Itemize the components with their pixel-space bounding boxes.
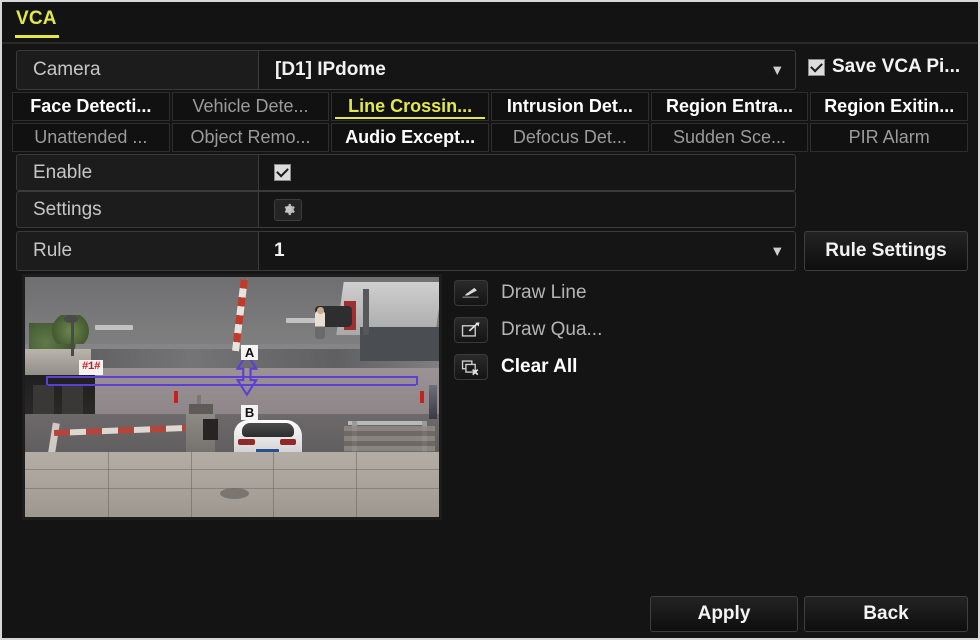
- save-vca-picture-checkbox[interactable]: Save VCA Pi...: [808, 56, 960, 78]
- title-divider: [2, 42, 978, 44]
- back-button[interactable]: Back: [804, 596, 968, 632]
- camera-select[interactable]: [D1] IPdome ▾: [259, 50, 796, 90]
- camera-select-value: [D1] IPdome: [275, 59, 386, 80]
- chevron-down-icon: ▾: [773, 242, 781, 260]
- settings-label: Settings: [16, 191, 259, 228]
- checkbox-box: [808, 58, 825, 76]
- rule-marker-left: [174, 391, 179, 403]
- tab-region-entrance[interactable]: Region Entra...: [650, 92, 809, 121]
- tab-audio-exception[interactable]: Audio Except...: [331, 123, 490, 152]
- direction-label-b: B: [241, 405, 259, 421]
- settings-value-cell: [259, 191, 796, 228]
- tab-row-2: Unattended ... Object Remo... Audio Exce…: [12, 123, 969, 152]
- draw-quad-icon: [454, 317, 488, 343]
- title-bar: VCA: [2, 2, 978, 42]
- draw-line-label: Draw Line: [501, 282, 587, 303]
- enable-value-cell: [259, 154, 796, 191]
- apply-button[interactable]: Apply: [650, 596, 798, 632]
- tab-unattended-baggage[interactable]: Unattended ...: [12, 123, 170, 152]
- enable-row: Enable: [16, 154, 796, 191]
- tab-face-detection[interactable]: Face Detecti...: [12, 92, 170, 121]
- vca-window: VCA Camera [D1] IPdome ▾ Save VCA Pi... …: [0, 0, 980, 640]
- rule-select-value: 1: [274, 240, 285, 261]
- video-preview[interactable]: #1# A B: [22, 274, 442, 520]
- clear-all-label: Clear All: [501, 356, 578, 377]
- rule-number-tag: #1#: [78, 359, 104, 375]
- crossing-line-cap-left: [45, 375, 48, 385]
- tab-vehicle-detection[interactable]: Vehicle Dete...: [171, 92, 330, 121]
- enable-checkbox[interactable]: [274, 164, 291, 181]
- draw-quadrilateral-label: Draw Qua...: [501, 319, 603, 340]
- clear-all-icon: [454, 354, 488, 380]
- draw-tools: Draw Line Draw Qua... Clear All: [454, 278, 602, 389]
- page-title: VCA: [16, 8, 57, 29]
- rule-label: Rule: [16, 231, 259, 271]
- rule-marker-right: [420, 391, 425, 403]
- enable-label: Enable: [16, 154, 259, 191]
- tab-pir-alarm[interactable]: PIR Alarm: [810, 123, 969, 152]
- tab-line-crossing[interactable]: Line Crossin...: [331, 92, 490, 121]
- draw-line-tool[interactable]: Draw Line: [454, 278, 602, 308]
- draw-quadrilateral-tool[interactable]: Draw Qua...: [454, 315, 602, 345]
- settings-row: Settings: [16, 191, 796, 228]
- tab-intrusion-detection[interactable]: Intrusion Det...: [491, 92, 649, 121]
- crossing-line-cap-right: [416, 375, 419, 385]
- rule-settings-button[interactable]: Rule Settings: [804, 231, 968, 271]
- detection-type-tabs: Face Detecti... Vehicle Dete... Line Cro…: [12, 92, 969, 152]
- vca-rule-overlay: #1# A B: [25, 277, 439, 517]
- camera-label: Camera: [16, 50, 259, 90]
- pencil-line-icon: [454, 280, 488, 306]
- rule-select[interactable]: 1 ▾: [259, 231, 796, 271]
- save-vca-picture-label: Save VCA Pi...: [832, 56, 961, 77]
- tab-row-1: Face Detecti... Vehicle Dete... Line Cro…: [12, 92, 969, 121]
- tab-defocus-detection[interactable]: Defocus Det...: [491, 123, 649, 152]
- tab-region-exiting[interactable]: Region Exitin...: [810, 92, 969, 121]
- direction-label-a: A: [241, 345, 259, 361]
- gear-icon[interactable]: [274, 198, 302, 221]
- tab-object-removal[interactable]: Object Remo...: [171, 123, 330, 152]
- clear-all-tool[interactable]: Clear All: [454, 352, 602, 382]
- chevron-down-icon: ▾: [773, 61, 781, 79]
- title-underline: [15, 35, 59, 38]
- camera-row: Camera [D1] IPdome ▾: [16, 50, 796, 90]
- tab-sudden-scene-change[interactable]: Sudden Sce...: [650, 123, 809, 152]
- rule-row: Rule 1 ▾: [16, 231, 796, 271]
